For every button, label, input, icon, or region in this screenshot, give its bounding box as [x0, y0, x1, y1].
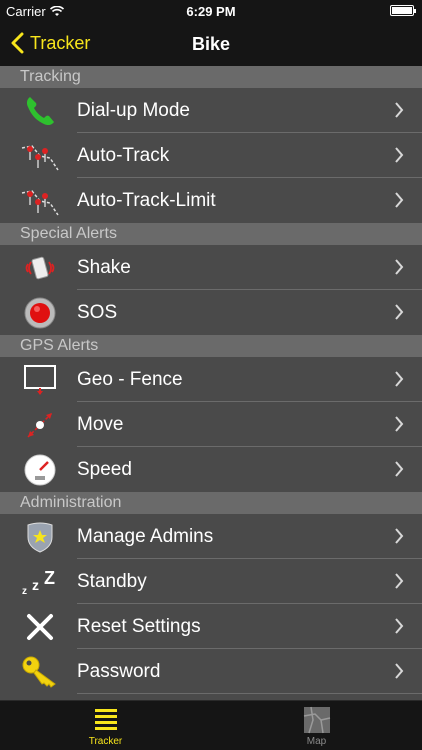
tab-tracker[interactable]: Tracker — [0, 701, 211, 750]
sleep-icon: z z Z — [20, 562, 60, 602]
settings-list[interactable]: Tracking Dial-up Mode Auto-Track Auto-Tr… — [0, 66, 422, 700]
phone-icon — [20, 91, 60, 131]
row-label: Auto-Track-Limit — [77, 189, 216, 211]
move-icon — [20, 405, 60, 445]
navigation-bar: Tracker Bike — [0, 22, 422, 66]
key-icon — [20, 652, 60, 692]
tab-map[interactable]: Map — [211, 701, 422, 750]
row-standby[interactable]: z z Z Standby — [0, 559, 422, 604]
page-title: Bike — [191, 34, 231, 54]
map-icon — [303, 706, 330, 734]
row-auto-track-limit[interactable]: Auto-Track-Limit — [0, 178, 422, 223]
svg-text:z: z — [32, 577, 39, 593]
map-pins-icon — [20, 181, 60, 221]
status-bar: Carrier 6:29 PM — [0, 0, 422, 22]
row-shake[interactable]: Shake — [0, 245, 422, 290]
row-reset-settings[interactable]: Reset Settings — [0, 604, 422, 649]
chevron-right-icon — [395, 663, 404, 679]
row-label: Standby — [77, 570, 147, 592]
list-icon — [94, 709, 117, 730]
svg-text:Z: Z — [44, 568, 55, 588]
sos-button-icon — [20, 293, 60, 333]
tab-label: Tracker — [88, 736, 123, 747]
chevron-right-icon — [395, 416, 404, 432]
chevron-right-icon — [395, 618, 404, 634]
chevron-right-icon — [395, 573, 404, 589]
row-label: Dial-up Mode — [77, 99, 190, 121]
tab-label: Map — [306, 736, 327, 747]
row-label: Password — [77, 660, 161, 682]
chevron-right-icon — [395, 461, 404, 477]
row-label: SOS — [77, 301, 118, 323]
x-icon — [20, 607, 60, 647]
section-header-gps-alerts: GPS Alerts — [0, 335, 422, 357]
row-auto-track[interactable]: Auto-Track — [0, 133, 422, 178]
row-geo-fence[interactable]: Geo - Fence — [0, 357, 422, 402]
battery-icon — [390, 5, 416, 16]
row-dial-up-mode[interactable]: Dial-up Mode — [0, 88, 422, 133]
chevron-right-icon — [395, 192, 404, 208]
status-time: 6:29 PM — [186, 4, 236, 19]
row-password[interactable]: Password — [0, 649, 422, 694]
row-sos[interactable]: SOS — [0, 290, 422, 335]
svg-text:z: z — [22, 586, 27, 597]
row-label: Manage Admins — [77, 525, 214, 547]
row-manage-admins[interactable]: Manage Admins — [0, 514, 422, 559]
badge-icon — [20, 517, 60, 557]
row-label: Geo - Fence — [77, 368, 183, 390]
row-move[interactable]: Move — [0, 402, 422, 447]
section-header-tracking: Tracking — [0, 66, 422, 88]
section-header-administration: Administration — [0, 492, 422, 514]
chevron-right-icon — [395, 371, 404, 387]
speedometer-icon — [20, 450, 60, 490]
row-label: Reset Settings — [77, 615, 201, 637]
geofence-icon — [20, 360, 60, 400]
section-header-special-alerts: Special Alerts — [0, 223, 422, 245]
chevron-right-icon — [395, 259, 404, 275]
chevron-right-icon — [395, 528, 404, 544]
row-label: Auto-Track — [77, 144, 170, 166]
tab-bar: Tracker Map — [0, 700, 422, 750]
map-pins-icon — [20, 136, 60, 176]
row-label: Move — [77, 413, 124, 435]
chevron-right-icon — [395, 304, 404, 320]
row-speed[interactable]: Speed — [0, 447, 422, 492]
row-label: Speed — [77, 458, 132, 480]
chevron-right-icon — [395, 102, 404, 118]
shake-icon — [20, 248, 60, 288]
chevron-right-icon — [395, 147, 404, 163]
row-label: Shake — [77, 256, 131, 278]
